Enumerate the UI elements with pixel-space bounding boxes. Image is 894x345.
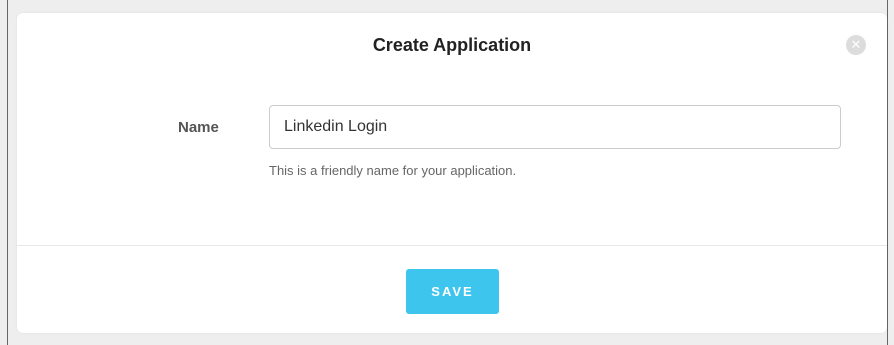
name-input[interactable]	[269, 105, 841, 149]
name-help-text: This is a friendly name for your applica…	[269, 163, 517, 178]
name-label: Name	[178, 119, 219, 136]
modal-title: Create Application	[372, 35, 532, 55]
close-icon: ✕	[850, 37, 862, 52]
create-application-modal: Create Application ✕ Name This is a frie…	[17, 13, 887, 333]
frame-right-border	[887, 0, 888, 345]
save-button[interactable]: SAVE	[406, 269, 499, 314]
close-button[interactable]: ✕	[846, 35, 866, 55]
footer-divider	[17, 245, 887, 246]
frame-left-border	[7, 0, 8, 345]
